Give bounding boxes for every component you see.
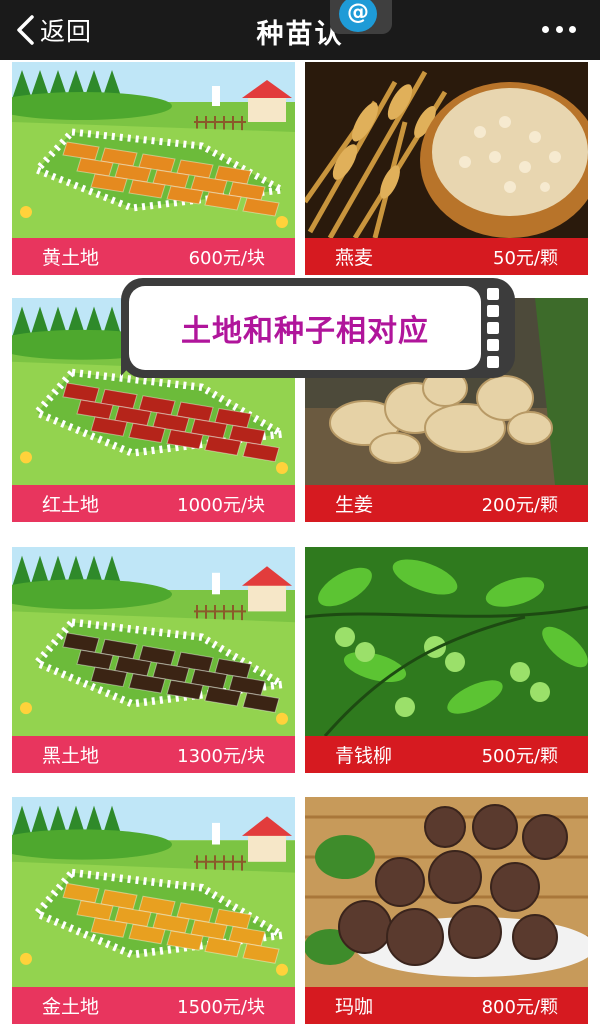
qingqianliu-image xyxy=(305,547,588,736)
maca-image xyxy=(305,797,588,987)
farmland-image xyxy=(12,547,295,736)
land-card[interactable]: 金土地 1500元/块 xyxy=(12,797,295,1024)
land-price: 1500元/块 xyxy=(177,996,265,1018)
callout-banner: 土地和种子相对应 xyxy=(121,278,515,378)
land-price: 1300元/块 xyxy=(177,745,265,767)
seed-price: 50元/颗 xyxy=(493,247,558,269)
callout-text: 土地和种子相对应 xyxy=(181,314,429,349)
page-title: 种苗认 xyxy=(256,19,344,50)
more-menu-button[interactable] xyxy=(542,22,576,36)
seed-card[interactable]: 玛咖 800元/颗 xyxy=(305,797,588,1024)
seed-name: 玛咖 xyxy=(335,996,374,1018)
land-name: 金土地 xyxy=(42,996,100,1018)
land-name: 黄土地 xyxy=(42,247,100,269)
dot-icon xyxy=(542,25,549,33)
seed-price: 200元/颗 xyxy=(481,494,558,516)
oat-image xyxy=(305,62,588,238)
mention-badge[interactable]: @ xyxy=(330,0,392,34)
seed-card[interactable]: 燕麦 50元/颗 xyxy=(305,62,588,275)
seed-name: 生姜 xyxy=(335,494,374,516)
dot-icon xyxy=(555,25,563,33)
land-name: 红土地 xyxy=(42,494,100,516)
seed-name: 青钱柳 xyxy=(335,745,393,767)
land-card[interactable]: 黄土地 600元/块 xyxy=(12,62,295,275)
seed-price: 500元/颗 xyxy=(481,745,558,767)
farmland-image xyxy=(12,797,295,987)
dot-icon xyxy=(569,25,576,33)
at-icon: @ xyxy=(339,0,377,32)
nav-bar: 返回 种苗认 @ xyxy=(0,0,600,60)
seed-card[interactable]: 青钱柳 500元/颗 xyxy=(305,547,588,773)
seed-price: 800元/颗 xyxy=(481,996,558,1018)
seed-name: 燕麦 xyxy=(335,247,374,269)
farmland-image xyxy=(12,62,295,238)
land-name: 黑土地 xyxy=(42,745,100,767)
land-card[interactable]: 黑土地 1300元/块 xyxy=(12,547,295,773)
land-price: 1000元/块 xyxy=(177,494,265,516)
land-price: 600元/块 xyxy=(188,247,265,269)
product-grid: 黄土地 600元/块 红土地 1000元/块 黑土地 1300元/块 金土地 1500元… xyxy=(0,60,600,1027)
